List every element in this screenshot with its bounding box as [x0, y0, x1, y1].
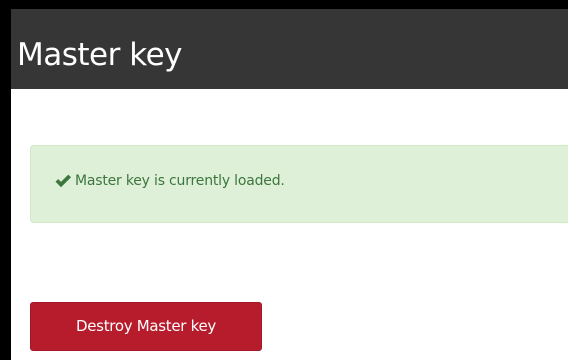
panel-header: Master key [11, 9, 568, 89]
success-alert: Master key is currently loaded. [30, 145, 568, 223]
window-frame: Master key Master key is currently loade… [0, 0, 568, 360]
alert-content: Master key is currently loaded. [54, 173, 285, 189]
alert-message: Master key is currently loaded. [75, 173, 285, 189]
master-key-panel: Master key Master key is currently loade… [11, 9, 568, 360]
page-title: Master key [17, 37, 183, 73]
checkmark-icon [54, 173, 72, 189]
destroy-master-key-button[interactable]: Destroy Master key [30, 302, 262, 351]
